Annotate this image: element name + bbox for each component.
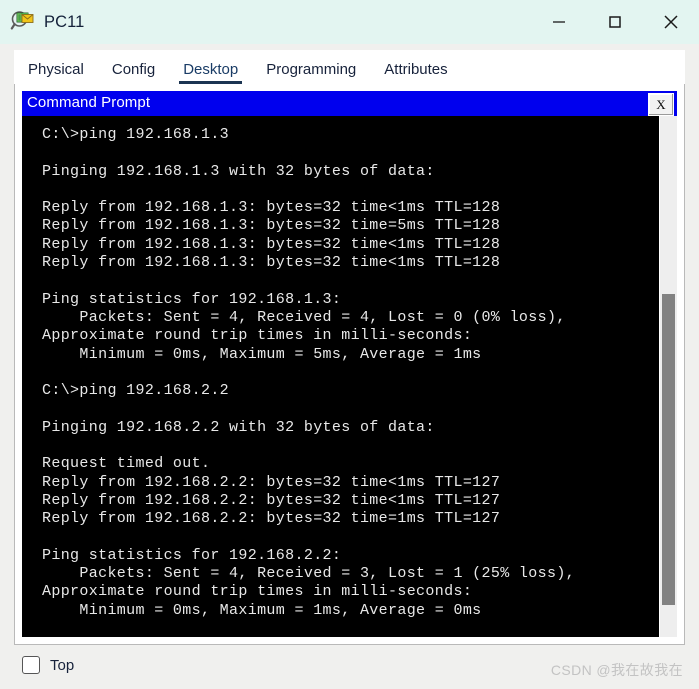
terminal-output-area[interactable]: C:\>ping 192.168.1.3 Pinging 192.168.1.3… [22, 116, 659, 637]
tab-physical-label: Physical [28, 61, 84, 78]
device-panel: Physical Config Desktop Programming Attr… [0, 44, 699, 689]
minimize-icon [553, 21, 565, 23]
tab-attributes-label: Attributes [384, 61, 448, 78]
minimize-button[interactable] [531, 0, 587, 44]
command-prompt-titlebar: Command Prompt X [22, 91, 677, 116]
window-titlebar: PC11 [0, 0, 699, 44]
command-prompt-window: Command Prompt X C:\>ping 192.168.1.3 Pi… [22, 91, 677, 637]
watermark-text: CSDN @我在故我在 [550, 662, 683, 678]
tab-config[interactable]: Config [98, 60, 169, 84]
command-prompt-close-button[interactable]: X [648, 93, 674, 116]
command-prompt-title: Command Prompt [27, 94, 151, 111]
terminal-scrollbar-thumb[interactable] [662, 294, 675, 605]
maximize-icon [609, 16, 621, 28]
window-title-group: PC11 [10, 0, 84, 44]
tab-desktop-label: Desktop [183, 61, 239, 78]
maximize-button[interactable] [587, 0, 643, 44]
window-controls [531, 0, 699, 44]
tab-programming-label: Programming [266, 61, 357, 78]
tab-physical[interactable]: Physical [14, 60, 98, 84]
tab-programming[interactable]: Programming [252, 60, 370, 84]
tab-config-label: Config [111, 61, 156, 78]
close-icon [664, 15, 678, 29]
top-checkbox-label: Top [50, 656, 75, 674]
window-title: PC11 [44, 12, 85, 31]
desktop-content-frame: Command Prompt X C:\>ping 192.168.1.3 Pi… [14, 84, 685, 645]
terminal-text: C:\>ping 192.168.1.3 Pinging 192.168.1.3… [42, 126, 576, 619]
tab-desktop[interactable]: Desktop [169, 60, 252, 84]
inspect-device-icon [10, 9, 36, 35]
tab-bar: Physical Config Desktop Programming Attr… [14, 50, 685, 84]
top-checkbox[interactable] [22, 656, 40, 674]
tab-attributes[interactable]: Attributes [370, 60, 461, 84]
close-button[interactable] [643, 0, 699, 44]
terminal-scrollbar[interactable] [659, 116, 677, 637]
device-window: PC11 Physical Config Desktop Programming… [0, 0, 699, 689]
